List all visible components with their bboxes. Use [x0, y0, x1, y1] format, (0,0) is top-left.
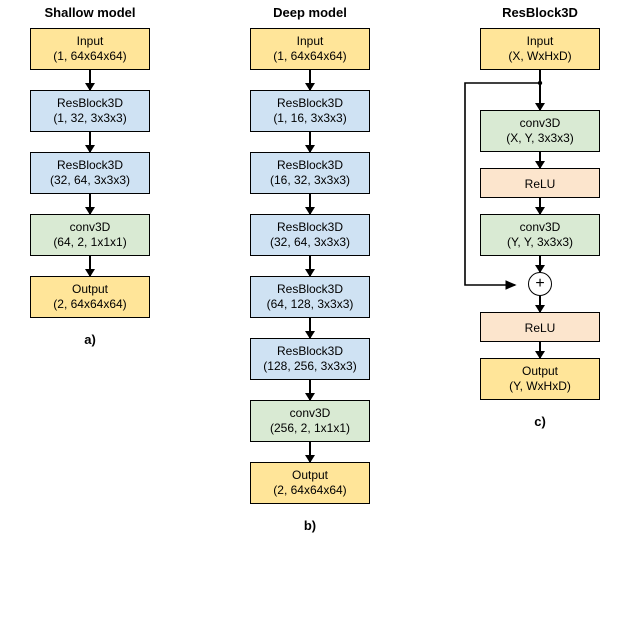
block-line2: (1, 64x64x64)	[251, 49, 369, 64]
deep-res2: ResBlock3D (16, 32, 3x3x3)	[250, 152, 370, 194]
deep-res4: ResBlock3D (64, 128, 3x3x3)	[250, 276, 370, 318]
arrow-icon	[89, 70, 91, 90]
block-line2: (2, 64x64x64)	[31, 297, 149, 312]
diagram-canvas: Shallow model Input (1, 64x64x64) ResBlo…	[0, 0, 640, 630]
res-relu2: ReLU	[480, 312, 600, 342]
block-line1: Input	[251, 34, 369, 49]
block-line1: ResBlock3D	[251, 158, 369, 173]
shallow-res2: ResBlock3D (32, 64, 3x3x3)	[30, 152, 150, 194]
block-line1: Input	[31, 34, 149, 49]
arrow-icon	[539, 70, 541, 110]
arrow-icon	[89, 194, 91, 214]
deep-input: Input (1, 64x64x64)	[250, 28, 370, 70]
block-line1: ResBlock3D	[251, 282, 369, 297]
block-line1: conv3D	[31, 220, 149, 235]
res-conv1: conv3D (X, Y, 3x3x3)	[480, 110, 600, 152]
arrow-icon	[309, 380, 311, 400]
res-column: Input (X, WxHxD) conv3D (X, Y, 3x3x3) Re…	[470, 28, 610, 429]
block-line1: Output	[481, 364, 599, 379]
deep-res5: ResBlock3D (128, 256, 3x3x3)	[250, 338, 370, 380]
arrow-icon	[309, 442, 311, 462]
deep-res1: ResBlock3D (1, 16, 3x3x3)	[250, 90, 370, 132]
block-line1: ReLU	[481, 321, 599, 336]
block-line1: ResBlock3D	[31, 96, 149, 111]
block-line2: (128, 256, 3x3x3)	[251, 359, 369, 374]
arrow-icon	[89, 256, 91, 276]
block-line2: (1, 32, 3x3x3)	[31, 111, 149, 126]
block-line2: (256, 2, 1x1x1)	[251, 421, 369, 436]
block-line1: ResBlock3D	[31, 158, 149, 173]
block-line1: conv3D	[251, 406, 369, 421]
arrow-icon	[309, 256, 311, 276]
block-line2: (Y, Y, 3x3x3)	[481, 235, 599, 250]
block-line2: (X, WxHxD)	[481, 49, 599, 64]
block-line1: conv3D	[481, 116, 599, 131]
deep-title: Deep model	[240, 5, 380, 20]
shallow-input: Input (1, 64x64x64)	[30, 28, 150, 70]
res-input: Input (X, WxHxD)	[480, 28, 600, 70]
block-line2: (Y, WxHxD)	[481, 379, 599, 394]
block-line2: (1, 16, 3x3x3)	[251, 111, 369, 126]
block-line2: (64, 128, 3x3x3)	[251, 297, 369, 312]
deep-column: Input (1, 64x64x64) ResBlock3D (1, 16, 3…	[240, 28, 380, 533]
arrow-icon	[309, 70, 311, 90]
deep-conv: conv3D (256, 2, 1x1x1)	[250, 400, 370, 442]
shallow-output: Output (2, 64x64x64)	[30, 276, 150, 318]
res-caption: c)	[534, 414, 546, 429]
block-line1: Input	[481, 34, 599, 49]
deep-output: Output (2, 64x64x64)	[250, 462, 370, 504]
arrow-icon	[309, 318, 311, 338]
block-line2: (32, 64, 3x3x3)	[251, 235, 369, 250]
arrow-icon	[309, 194, 311, 214]
block-line1: Output	[251, 468, 369, 483]
res-conv2: conv3D (Y, Y, 3x3x3)	[480, 214, 600, 256]
arrow-icon	[89, 132, 91, 152]
arrow-icon	[539, 256, 541, 272]
block-line1: ResBlock3D	[251, 96, 369, 111]
block-line2: (32, 64, 3x3x3)	[31, 173, 149, 188]
block-line1: ReLU	[481, 177, 599, 192]
shallow-res1: ResBlock3D (1, 32, 3x3x3)	[30, 90, 150, 132]
block-line1: ResBlock3D	[251, 344, 369, 359]
block-line2: (16, 32, 3x3x3)	[251, 173, 369, 188]
arrow-icon	[539, 342, 541, 358]
deep-res3: ResBlock3D (32, 64, 3x3x3)	[250, 214, 370, 256]
block-line1: ResBlock3D	[251, 220, 369, 235]
shallow-title: Shallow model	[20, 5, 160, 20]
plus-icon: +	[528, 272, 552, 296]
block-line1: Output	[31, 282, 149, 297]
res-title: ResBlock3D	[470, 5, 610, 20]
shallow-conv: conv3D (64, 2, 1x1x1)	[30, 214, 150, 256]
arrow-icon	[539, 296, 541, 312]
block-line2: (64, 2, 1x1x1)	[31, 235, 149, 250]
arrow-icon	[539, 198, 541, 214]
block-line1: conv3D	[481, 220, 599, 235]
shallow-caption: a)	[84, 332, 96, 347]
shallow-column: Input (1, 64x64x64) ResBlock3D (1, 32, 3…	[20, 28, 160, 347]
arrow-icon	[309, 132, 311, 152]
block-line2: (X, Y, 3x3x3)	[481, 131, 599, 146]
block-line2: (2, 64x64x64)	[251, 483, 369, 498]
arrow-icon	[539, 152, 541, 168]
res-output: Output (Y, WxHxD)	[480, 358, 600, 400]
res-relu1: ReLU	[480, 168, 600, 198]
deep-caption: b)	[304, 518, 316, 533]
block-line2: (1, 64x64x64)	[31, 49, 149, 64]
